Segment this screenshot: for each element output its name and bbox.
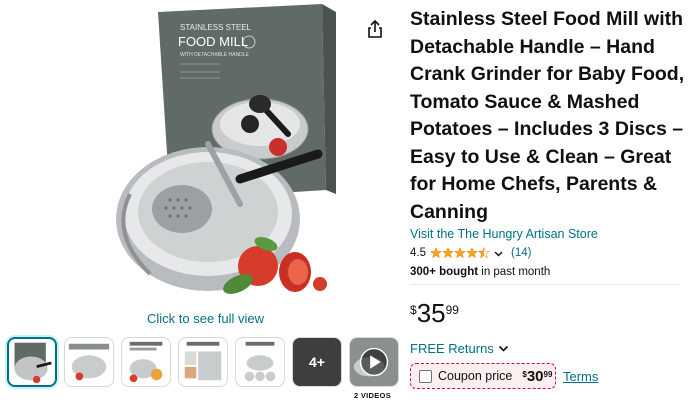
product-title: Stainless Steel Food Mill with Detachabl… (410, 8, 685, 223)
review-count-link[interactable]: (14) (511, 247, 531, 259)
star-icon (466, 247, 478, 259)
thumbnail-strip: 4+ (7, 337, 399, 387)
more-images-thumbnail[interactable]: 4+ (292, 337, 342, 387)
box-title-text: FOOD MILL (178, 34, 248, 49)
star-icon (442, 247, 454, 259)
price-symbol: $ (410, 303, 417, 317)
thumbnail-4[interactable] (178, 337, 228, 387)
coupon-price-whole: 30 (526, 367, 544, 385)
bought-info: 300+ bought in past month (410, 266, 550, 278)
price-whole: 35 (416, 298, 446, 328)
price-fraction: 99 (445, 303, 459, 317)
coupon-checkbox[interactable] (419, 369, 432, 383)
bought-period: in past month (478, 266, 551, 278)
star-rating[interactable] (430, 247, 490, 259)
coupon-label: Coupon price (438, 369, 513, 383)
box-brand-text: STAINLESS STEEL (180, 23, 252, 32)
star-icon (454, 247, 466, 259)
price: $ 35 99 (410, 300, 459, 326)
coupon-price-fraction: 99 (543, 369, 553, 379)
box-subtitle-text: WITH DETACHABLE HANDLE (180, 52, 249, 58)
free-returns-link[interactable]: FREE Returns (410, 341, 509, 356)
free-returns-label: FREE Returns (410, 341, 494, 356)
thumbnail-5[interactable] (235, 337, 285, 387)
main-product-image[interactable]: STAINLESS STEEL FOOD MILL WITH DETACHABL… (90, 4, 340, 304)
videos-label: 2 VIDEOS (354, 391, 391, 400)
thumbnail-2[interactable] (64, 337, 114, 387)
half-star-icon (478, 247, 490, 259)
coupon-terms-link[interactable]: Terms (563, 369, 598, 384)
thumbnail-3[interactable] (121, 337, 171, 387)
share-icon (368, 19, 382, 38)
coupon-price: $ 30 99 (522, 369, 552, 384)
divider (410, 284, 680, 285)
full-view-link[interactable]: Click to see full view (147, 311, 264, 326)
rating-value: 4.5 (410, 247, 426, 259)
chevron-down-icon (498, 345, 508, 352)
bought-count: 300+ bought (410, 266, 479, 278)
share-button[interactable] (364, 18, 386, 40)
thumbnail-1[interactable] (7, 337, 57, 387)
coupon-box: Coupon price $ 30 99 (410, 363, 556, 389)
star-icon (430, 247, 442, 259)
rating-row: 4.5 (14) (410, 247, 531, 259)
store-link[interactable]: Visit the The Hungry Artisan Store (410, 227, 598, 241)
video-thumbnail[interactable] (349, 337, 399, 387)
chevron-down-icon[interactable] (494, 249, 503, 258)
